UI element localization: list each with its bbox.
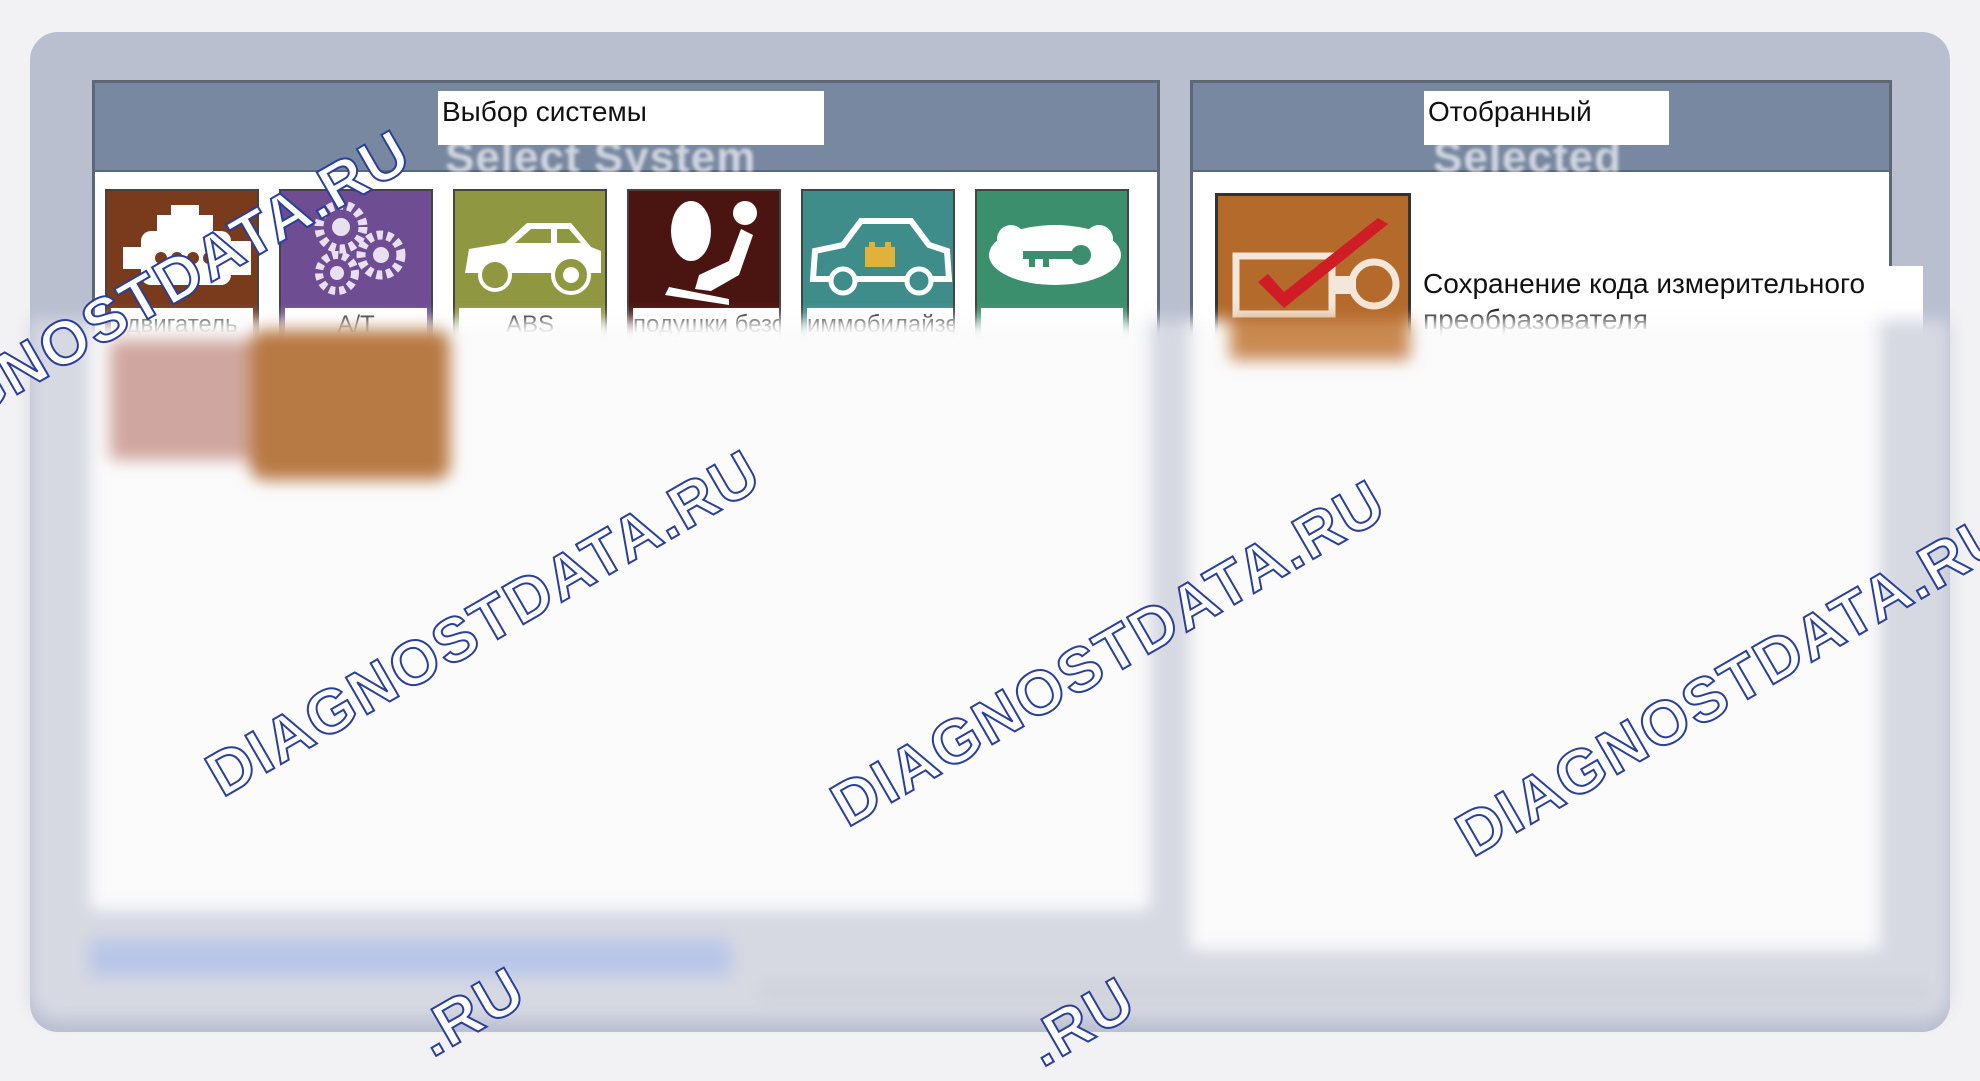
airbag-icon: [629, 191, 781, 316]
panel-title: Выбор системы: [438, 91, 824, 145]
panel-header: Selected Отобранный: [1193, 83, 1889, 172]
car-key-icon: [977, 191, 1129, 316]
panel-title: Отобранный: [1424, 91, 1669, 145]
car-brake-icon: [455, 191, 607, 316]
panel-header: Select System Выбор системы: [95, 83, 1157, 172]
car-battery-icon: [803, 191, 955, 316]
